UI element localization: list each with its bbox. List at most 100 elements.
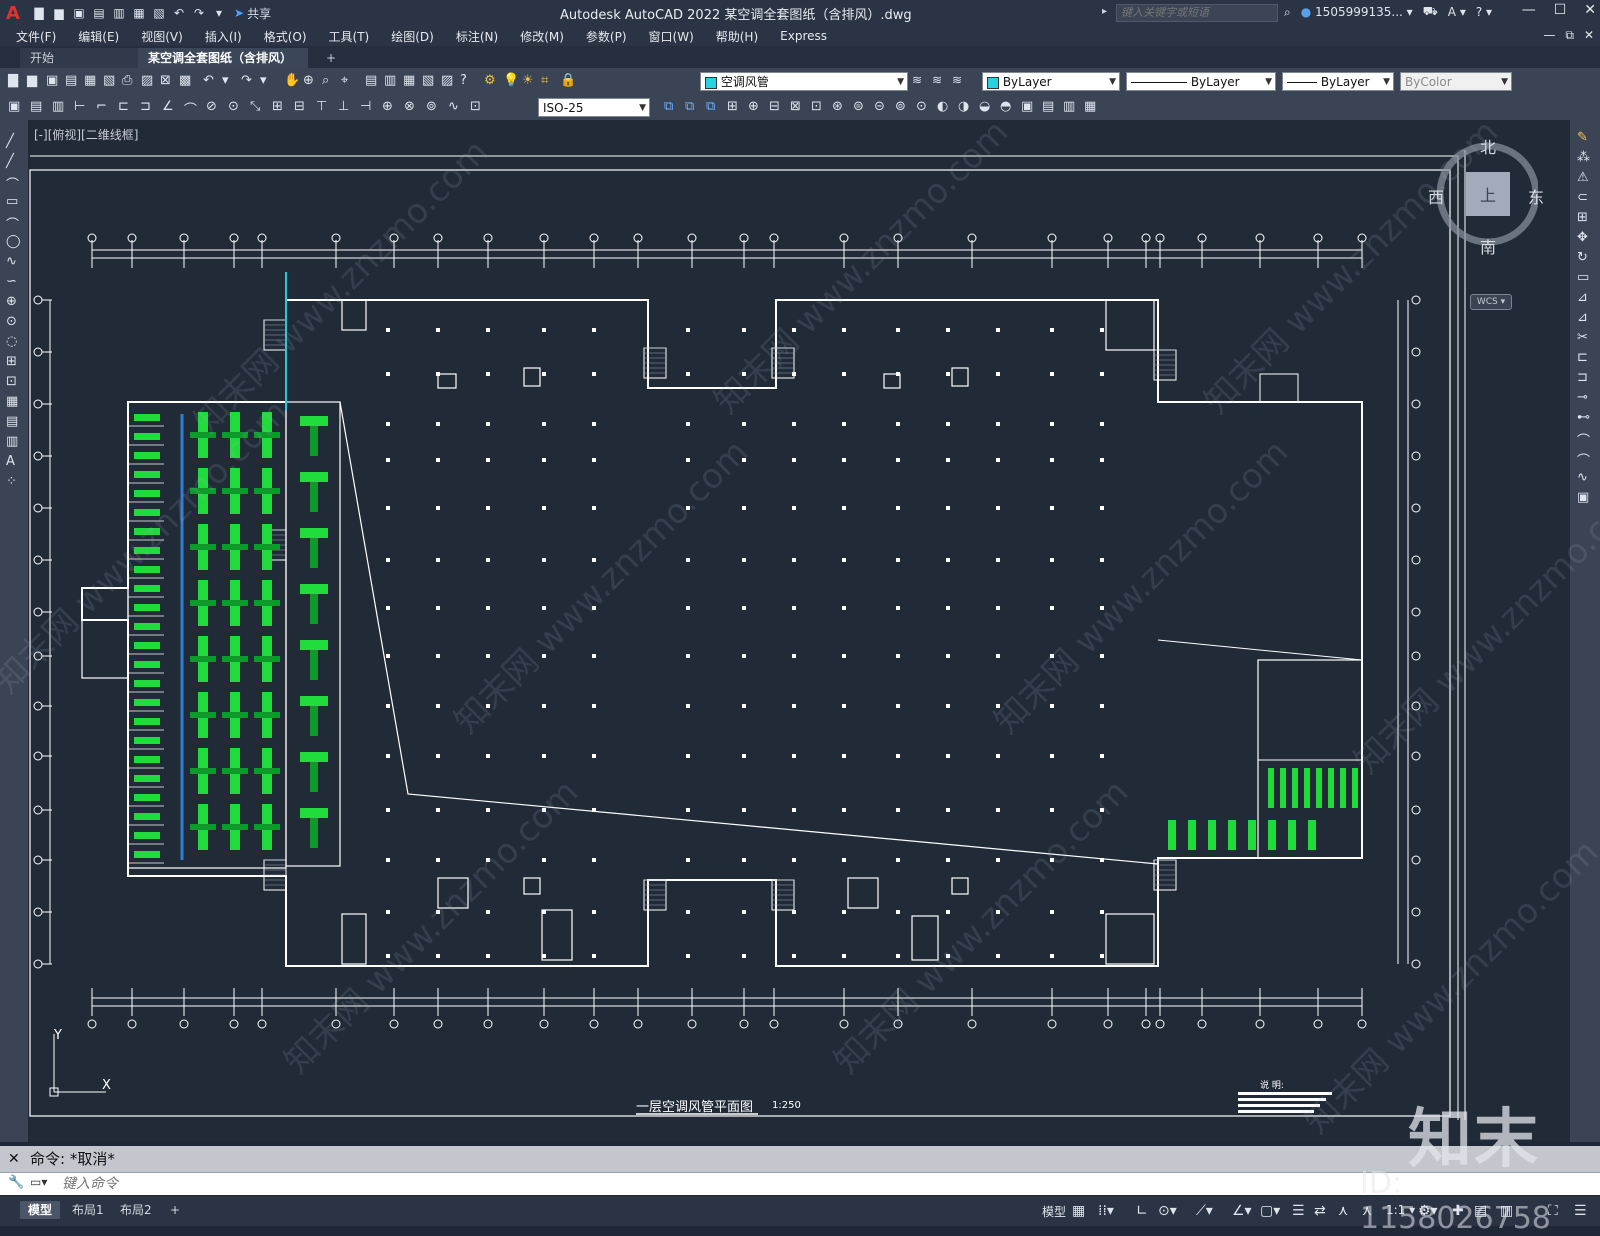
modify-tool-12-icon[interactable]: ⊙ bbox=[916, 99, 932, 115]
redo-list-icon[interactable]: ▾ bbox=[260, 73, 276, 89]
modify-tool-3-icon[interactable]: ⊞ bbox=[727, 99, 743, 115]
plot-icon[interactable]: ▧ bbox=[150, 4, 168, 22]
dim-override-icon[interactable]: ⊡ bbox=[470, 99, 486, 115]
menu-item-6[interactable]: 绘图(D) bbox=[380, 28, 445, 45]
lineweight-toggle-icon[interactable]: ☰ bbox=[1292, 1203, 1305, 1219]
extend-icon[interactable]: ⊏ bbox=[1577, 350, 1593, 366]
preview-icon[interactable]: ▦ bbox=[84, 73, 100, 89]
save-as-icon[interactable]: ▤ bbox=[90, 4, 108, 22]
layer-lock-icon[interactable]: ⌗ bbox=[541, 73, 557, 89]
wrench-icon[interactable]: 🔧 bbox=[8, 1175, 24, 1190]
dim-arc-icon[interactable]: ▥ bbox=[52, 99, 68, 115]
model-space-button[interactable]: 模型 bbox=[1042, 1203, 1066, 1220]
compass-west[interactable]: 西 bbox=[1428, 184, 1444, 208]
doc-close-icon[interactable]: ✕ bbox=[1584, 28, 1594, 43]
insert-block-icon[interactable]: ⊞ bbox=[6, 354, 22, 370]
layer-previous-icon[interactable]: ≋ bbox=[932, 73, 948, 89]
open-icon[interactable]: ▆ bbox=[50, 4, 68, 22]
inspect-icon[interactable]: ⊥ bbox=[338, 99, 354, 115]
autocad-logo-icon[interactable]: A bbox=[0, 0, 26, 26]
menu-item-8[interactable]: 修改(M) bbox=[509, 28, 575, 45]
modify-tool-20-icon[interactable]: ▦ bbox=[1084, 99, 1100, 115]
offset-icon[interactable]: ⊂ bbox=[1577, 190, 1593, 206]
layer-match-icon[interactable]: ≋ bbox=[912, 73, 928, 89]
drawing-canvas[interactable]: [-][俯视][二维线框] 北 南 西 东 上 WCS ▾ 一层空调风管平面图 1… bbox=[28, 120, 1570, 1142]
dim-angular-icon[interactable]: ∠ bbox=[162, 99, 178, 115]
undo-icon[interactable]: ↶ bbox=[203, 73, 219, 89]
dim-jogged-icon[interactable]: ⊏ bbox=[118, 99, 134, 115]
chamfer-icon[interactable]: ⌒ bbox=[1577, 430, 1593, 449]
save-icon[interactable]: ▣ bbox=[46, 73, 62, 89]
modify-tool-0-icon[interactable]: ⧉ bbox=[664, 99, 680, 115]
undo-list-icon[interactable]: ▾ bbox=[222, 73, 238, 89]
construction-line-icon[interactable]: ╱ bbox=[6, 154, 22, 170]
modify-tool-10-icon[interactable]: ⊝ bbox=[874, 99, 890, 115]
annotation-visibility-icon[interactable]: ⋏ bbox=[1338, 1203, 1348, 1219]
compass-north[interactable]: 北 bbox=[1480, 134, 1496, 158]
modify-tool-19-icon[interactable]: ▥ bbox=[1063, 99, 1079, 115]
gradient-icon[interactable]: ▥ bbox=[6, 434, 22, 450]
dim-style-icon[interactable]: ∿ bbox=[448, 99, 464, 115]
menu-item-3[interactable]: 插入(I) bbox=[194, 28, 253, 45]
circle-icon[interactable]: ∿ bbox=[6, 254, 22, 270]
menu-item-0[interactable]: 文件(F) bbox=[0, 28, 67, 45]
osnap-tracking-icon[interactable]: ∠▾ bbox=[1232, 1203, 1252, 1219]
maximize-icon[interactable]: ☐ bbox=[1554, 2, 1567, 18]
sheet-set-icon[interactable]: ▧ bbox=[422, 73, 438, 89]
modify-tool-16-icon[interactable]: ◓ bbox=[1000, 99, 1016, 115]
recent-commands-icon[interactable]: ▭▾ bbox=[30, 1175, 47, 1189]
print-icon[interactable]: ⎙ bbox=[122, 73, 138, 89]
plot-icon[interactable]: ▤ bbox=[65, 73, 81, 89]
dim-ordinate-icon[interactable]: ⊢ bbox=[74, 99, 90, 115]
compass-east[interactable]: 东 bbox=[1528, 184, 1544, 208]
zoom-window-icon[interactable]: ⌕ bbox=[322, 73, 338, 89]
modify-tool-14-icon[interactable]: ◑ bbox=[958, 99, 974, 115]
minimize-icon[interactable]: — bbox=[1522, 2, 1536, 18]
menu-item-1[interactable]: 编辑(E) bbox=[67, 28, 130, 45]
ellipse-icon[interactable]: ⊙ bbox=[6, 314, 22, 330]
stretch-icon[interactable]: ⊿ bbox=[1577, 290, 1593, 306]
break-icon[interactable]: ⊸ bbox=[1577, 390, 1593, 406]
doc-restore-icon[interactable]: ⧉ bbox=[1565, 28, 1574, 43]
modify-tool-15-icon[interactable]: ◒ bbox=[979, 99, 995, 115]
pan-icon[interactable]: ✋ bbox=[284, 73, 300, 89]
menu-item-12[interactable]: Express bbox=[769, 29, 838, 43]
linetype-dropdown[interactable]: ByLayer ▼ bbox=[1126, 72, 1276, 91]
customize-qat-icon[interactable]: ▾ bbox=[210, 4, 228, 22]
cut-icon[interactable]: ▨ bbox=[141, 73, 157, 89]
center-mark-icon[interactable]: ⊤ bbox=[316, 99, 332, 115]
modify-tool-4-icon[interactable]: ⊕ bbox=[748, 99, 764, 115]
dim-quick-icon[interactable]: ⌒ bbox=[184, 99, 200, 118]
layout-tab-model[interactable]: 模型 bbox=[20, 1201, 61, 1219]
isodraft-icon[interactable]: ⟋▾ bbox=[1196, 1203, 1213, 1219]
dim-baseline-icon[interactable]: ⊘ bbox=[206, 99, 222, 115]
open-icon[interactable]: ▆ bbox=[27, 73, 43, 89]
layer-freeze-icon[interactable]: ☀ bbox=[522, 73, 538, 89]
search-input[interactable] bbox=[1116, 4, 1278, 22]
modify-tool-7-icon[interactable]: ⊡ bbox=[811, 99, 827, 115]
copy-icon[interactable]: ⁂ bbox=[1577, 150, 1593, 166]
publish-icon[interactable]: ▧ bbox=[103, 73, 119, 89]
close-icon[interactable]: ✕ bbox=[1584, 2, 1596, 18]
arc-icon[interactable]: ◯ bbox=[6, 234, 22, 250]
copy-icon[interactable]: ⊠ bbox=[160, 73, 176, 89]
modify-tool-6-icon[interactable]: ⊠ bbox=[790, 99, 806, 115]
markup-icon[interactable]: ▨ bbox=[441, 73, 457, 89]
menu-item-4[interactable]: 格式(O) bbox=[253, 28, 318, 45]
dim-diameter-icon[interactable]: ⊐ bbox=[140, 99, 156, 115]
layer-dropdown[interactable]: 空调风管 ▼ bbox=[700, 72, 908, 91]
lineweight-dropdown[interactable]: ByLayer ▼ bbox=[1282, 72, 1394, 91]
array-icon[interactable]: ⊞ bbox=[1577, 210, 1593, 226]
tool-palettes-icon[interactable]: ▦ bbox=[403, 73, 419, 89]
erase-icon[interactable]: ✎ bbox=[1577, 130, 1593, 146]
web-save-icon[interactable]: ▦ bbox=[130, 4, 148, 22]
menu-item-10[interactable]: 窗口(W) bbox=[638, 28, 705, 45]
join-icon[interactable]: ⊷ bbox=[1577, 410, 1593, 426]
autodesk-a360-icon[interactable]: A ▾ bbox=[1448, 5, 1466, 19]
new-tab-button[interactable]: + bbox=[316, 48, 340, 68]
lengthen-icon[interactable]: ⊿ bbox=[1577, 310, 1593, 326]
viewcube-top-face[interactable]: 上 bbox=[1480, 182, 1496, 206]
region-icon[interactable]: A bbox=[6, 454, 22, 470]
blend-icon[interactable]: ∿ bbox=[1577, 470, 1593, 486]
grid-icon[interactable]: ▦ bbox=[1072, 1203, 1085, 1219]
